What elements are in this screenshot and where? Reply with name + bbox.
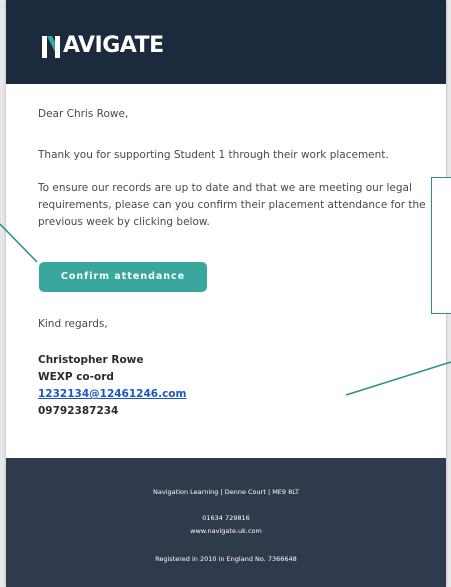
footer-website[interactable]: www.navigate.uk.com [6, 527, 446, 535]
signature-email-link[interactable]: 1232134@12461246.com [38, 386, 186, 403]
email-regards: Kind regards, [38, 318, 108, 330]
email-request-text: To ensure our records are up to date and… [38, 182, 426, 228]
email-greeting: Dear Chris Rowe, [38, 108, 129, 120]
footer-address: Navigation Learning | Denne Court | ME9 … [153, 488, 299, 496]
email-signature: Christopher Rowe WEXP co-ord 1232134@124… [38, 352, 186, 420]
navigate-logo: AVIGATE [40, 30, 164, 58]
annotation-callout-box [431, 177, 451, 314]
footer-phone: 01634 729816 [202, 514, 250, 522]
signature-name: Christopher Rowe [38, 354, 144, 366]
page: AVIGATE Dear Chris Rowe, Thank you for s… [0, 0, 451, 587]
confirm-attendance-button[interactable]: Confirm attendance [39, 262, 207, 292]
logo-n-mark-icon [42, 36, 60, 58]
email-footer: Navigation Learning | Denne Court | ME9 … [6, 458, 446, 587]
logo-text: AVIGATE [63, 33, 164, 58]
email-preview: AVIGATE Dear Chris Rowe, Thank you for s… [6, 0, 446, 587]
email-header: AVIGATE [6, 0, 446, 84]
email-thanks-text: Thank you for supporting Student 1 throu… [38, 149, 389, 161]
signature-role: WEXP co-ord [38, 371, 114, 383]
signature-phone: 09792387234 [38, 405, 119, 417]
footer-registration: Registered in 2010 in England No. 736664… [155, 555, 297, 563]
